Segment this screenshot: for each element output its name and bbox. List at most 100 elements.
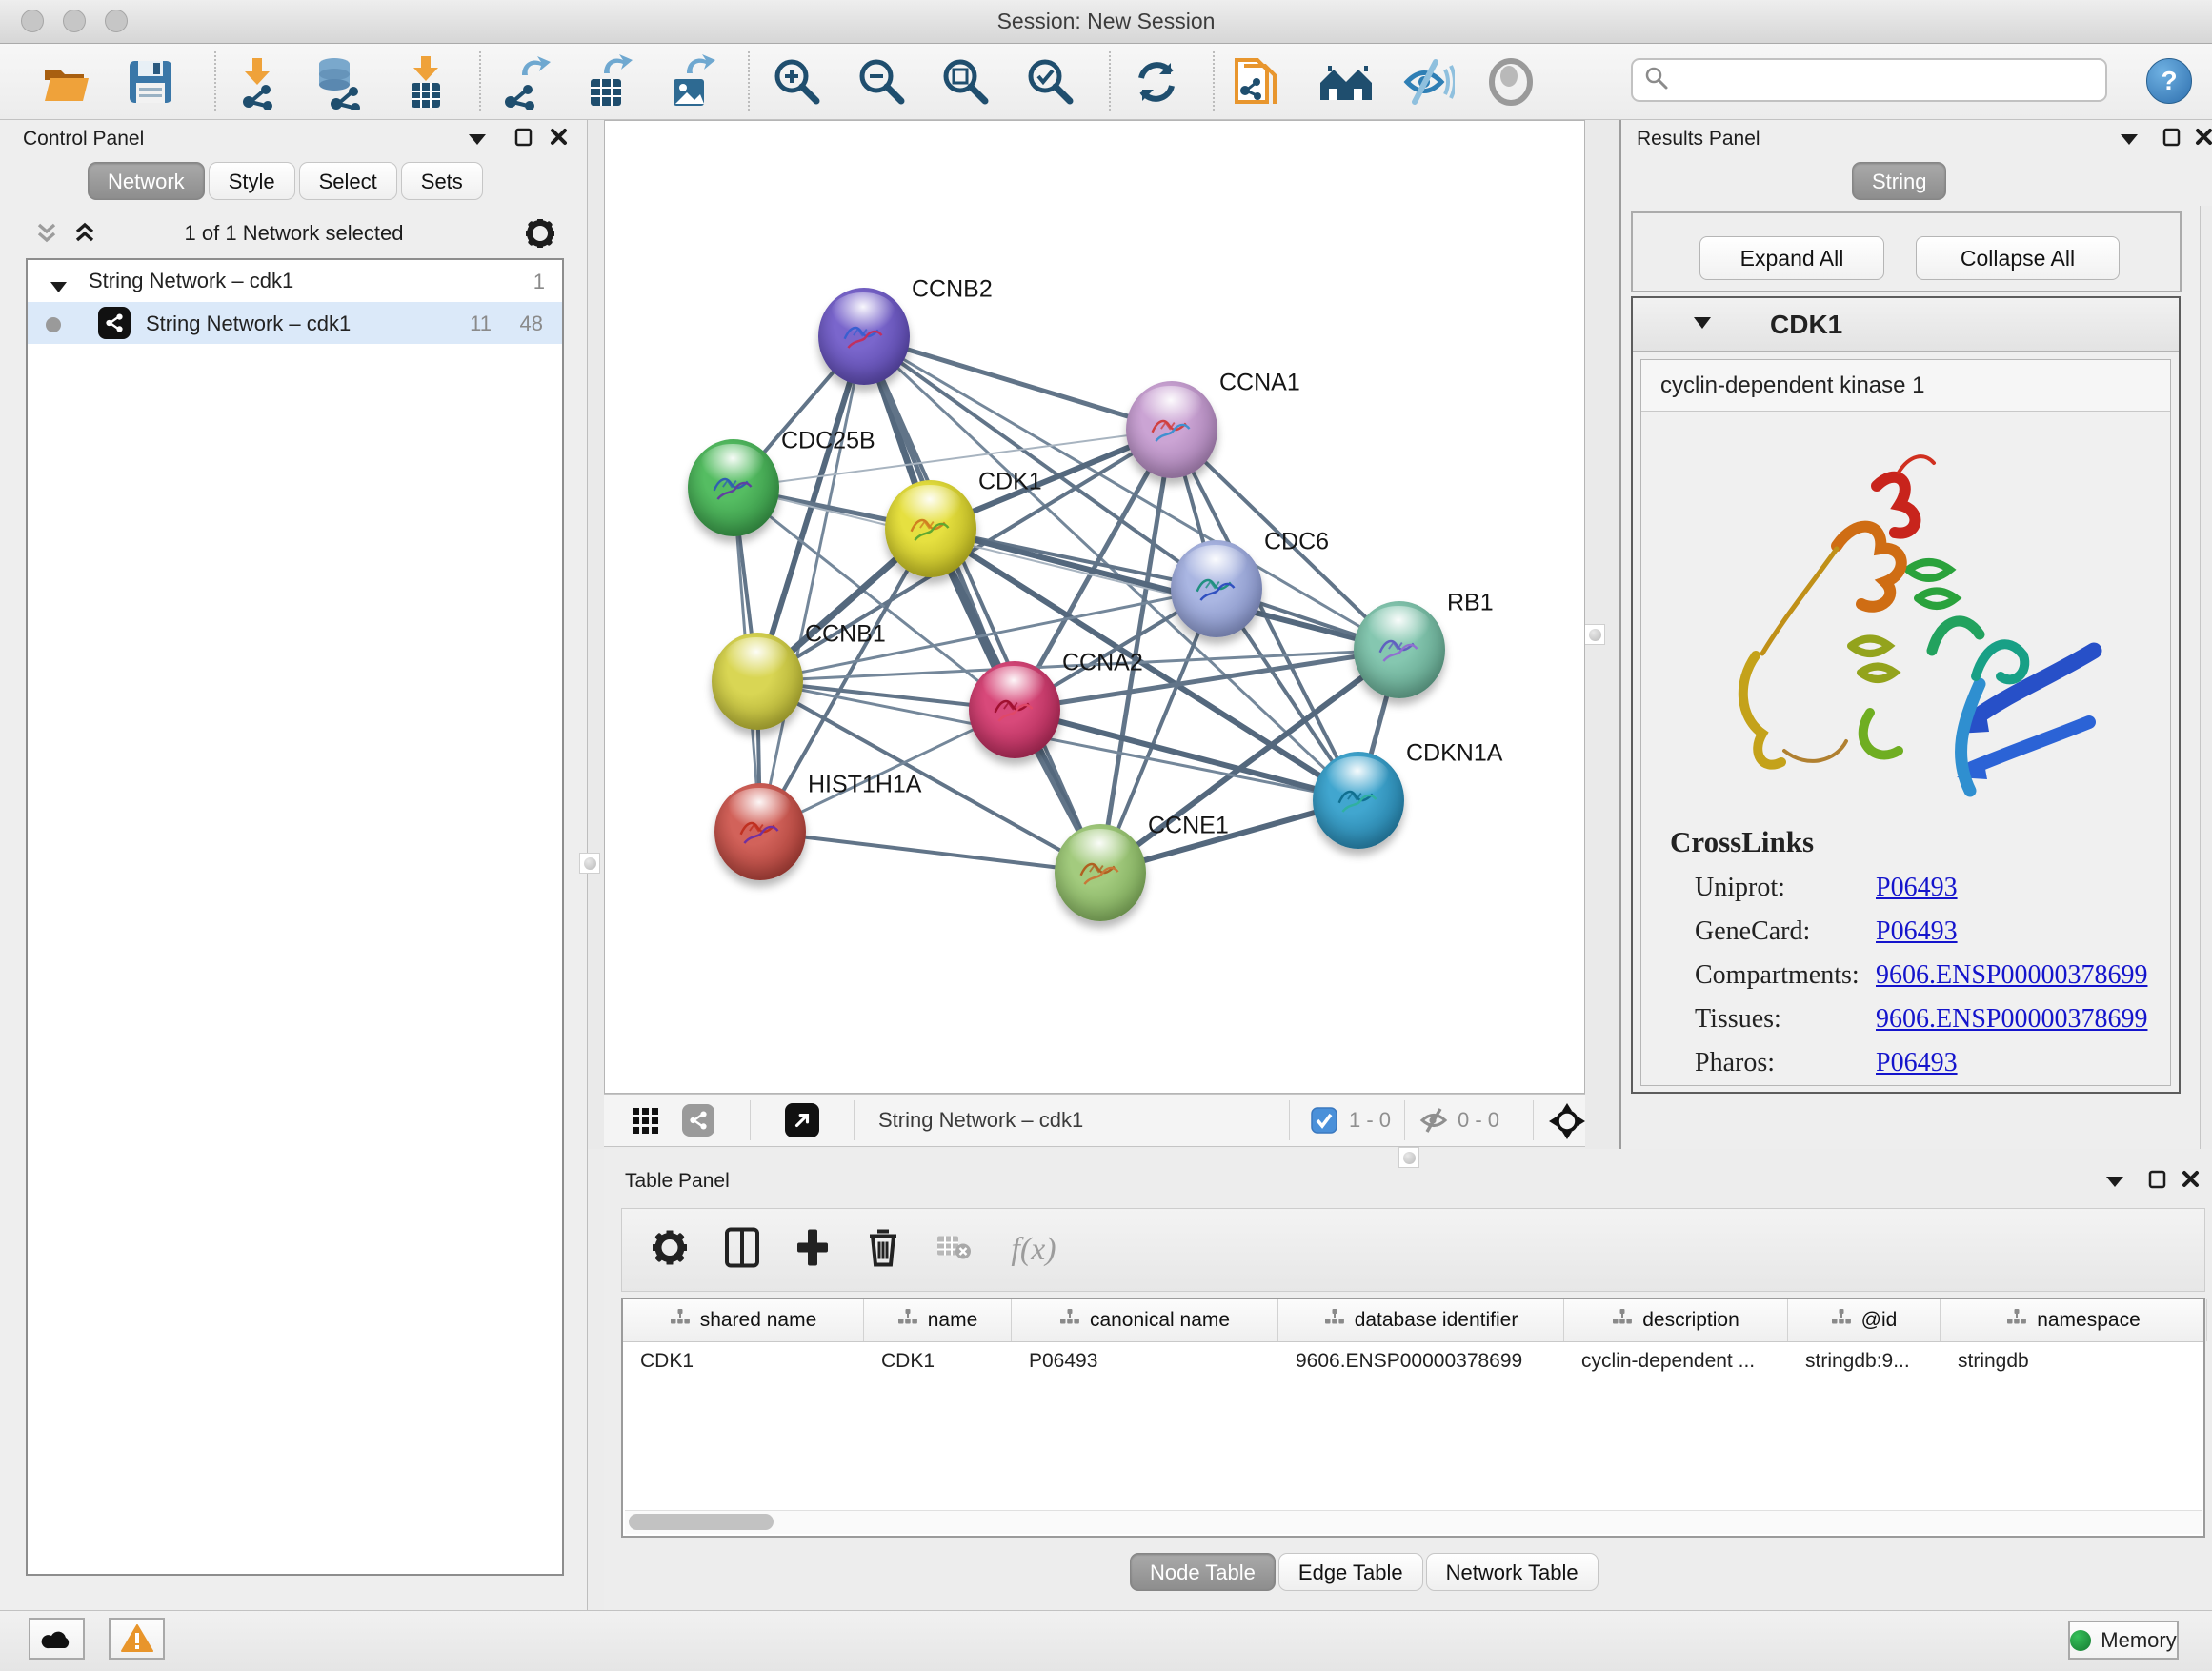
crosslink-value-link[interactable]: 9606.ENSP00000378699 bbox=[1876, 1004, 2147, 1035]
node-CCNA2[interactable] bbox=[969, 661, 1060, 758]
horizontal-splitter-grip[interactable] bbox=[1398, 1147, 1419, 1168]
table-cell[interactable]: 9606.ENSP00000378699 bbox=[1278, 1342, 1564, 1380]
close-panel-icon[interactable] bbox=[550, 128, 569, 151]
panel-menu-icon[interactable] bbox=[2121, 133, 2138, 151]
collapse-triangle-icon[interactable] bbox=[50, 274, 67, 299]
table-cell[interactable]: CDK1 bbox=[864, 1342, 1012, 1380]
search-input[interactable] bbox=[1669, 67, 2105, 93]
network-from-file-icon[interactable] bbox=[1224, 50, 1287, 113]
birdseye-view-icon[interactable] bbox=[1549, 1103, 1585, 1144]
warnings-button[interactable] bbox=[109, 1618, 165, 1660]
tab-select[interactable]: Select bbox=[299, 162, 397, 200]
protein-entry-header[interactable]: CDK1 bbox=[1633, 298, 2179, 352]
column-header-name[interactable]: name bbox=[864, 1299, 1012, 1341]
selected-checkbox-icon[interactable] bbox=[1311, 1107, 1337, 1138]
cloud-button[interactable] bbox=[29, 1618, 85, 1660]
column-header-description[interactable]: description bbox=[1564, 1299, 1788, 1341]
right-splitter[interactable] bbox=[1585, 120, 1619, 1149]
splitter-grip[interactable] bbox=[1584, 624, 1605, 645]
home-icon[interactable] bbox=[1315, 50, 1377, 113]
tab-network-table[interactable]: Network Table bbox=[1426, 1553, 1599, 1591]
node-CDKN1A[interactable] bbox=[1313, 752, 1404, 849]
gear-icon[interactable] bbox=[653, 1231, 687, 1270]
node-CDC6[interactable] bbox=[1171, 540, 1262, 637]
import-network-icon[interactable] bbox=[226, 50, 289, 113]
crosslink-value-link[interactable]: P06493 bbox=[1876, 916, 1958, 947]
memory-button[interactable]: Memory bbox=[2068, 1621, 2179, 1660]
zoom-out-icon[interactable] bbox=[851, 50, 914, 113]
float-panel-icon[interactable] bbox=[2162, 128, 2182, 151]
import-database-icon[interactable] bbox=[306, 50, 369, 113]
panel-menu-icon[interactable] bbox=[2106, 1176, 2123, 1193]
save-session-icon[interactable] bbox=[119, 50, 182, 113]
edge-CCNB2-CCNA1[interactable] bbox=[864, 336, 1172, 430]
table-cell[interactable]: P06493 bbox=[1012, 1342, 1278, 1380]
table-row[interactable]: CDK1CDK1P064939606.ENSP00000378699cyclin… bbox=[623, 1342, 2203, 1380]
float-panel-icon[interactable] bbox=[2148, 1170, 2167, 1194]
refresh-icon[interactable] bbox=[1125, 50, 1188, 113]
node-table[interactable]: shared namenamecanonical namedatabase id… bbox=[621, 1298, 2205, 1538]
column-header--id[interactable]: @id bbox=[1788, 1299, 1941, 1341]
network-row-selected[interactable]: String Network – cdk1 11 48 bbox=[28, 302, 562, 344]
table-cell[interactable]: stringdb bbox=[1941, 1342, 2207, 1380]
current-network-dot-icon[interactable] bbox=[45, 314, 62, 339]
column-header-database-identifier[interactable]: database identifier bbox=[1278, 1299, 1564, 1341]
collapse-triangle-icon[interactable] bbox=[1694, 317, 1711, 334]
edge-CCNB2-HIST1H1A[interactable] bbox=[760, 336, 864, 832]
expand-all-button[interactable]: Expand All bbox=[1699, 236, 1884, 280]
results-scrollbar[interactable] bbox=[2200, 206, 2212, 1149]
crosslink-value-link[interactable]: P06493 bbox=[1876, 1048, 1958, 1078]
float-panel-icon[interactable] bbox=[514, 128, 533, 151]
node-RB1[interactable] bbox=[1354, 601, 1445, 698]
node-CDC25B[interactable] bbox=[688, 439, 779, 536]
column-header-canonical-name[interactable]: canonical name bbox=[1012, 1299, 1278, 1341]
zoom-fit-icon[interactable] bbox=[935, 50, 997, 113]
close-panel-icon[interactable] bbox=[2182, 1170, 2201, 1194]
open-session-icon[interactable] bbox=[35, 50, 98, 113]
splitter-grip[interactable] bbox=[579, 853, 600, 874]
column-header-namespace[interactable]: namespace bbox=[1941, 1299, 2207, 1341]
network-canvas[interactable]: CCNB2CCNA1CDC25BCDK1CDC6RB1CCNB1CCNA2CDK… bbox=[604, 120, 1585, 1094]
import-table-icon[interactable] bbox=[394, 50, 457, 113]
export-image-icon[interactable] bbox=[658, 50, 721, 113]
table-horizontal-scrollbar[interactable] bbox=[625, 1510, 2202, 1534]
scrollbar-thumb[interactable] bbox=[629, 1514, 774, 1530]
export-network-icon[interactable] bbox=[493, 50, 556, 113]
left-splitter[interactable] bbox=[588, 120, 604, 1149]
node-CCNB2[interactable] bbox=[818, 288, 910, 385]
tab-style[interactable]: Style bbox=[209, 162, 295, 200]
hidden-eye-icon[interactable] bbox=[1419, 1107, 1448, 1138]
export-table-icon[interactable] bbox=[575, 50, 638, 113]
show-eye-icon[interactable] bbox=[1479, 50, 1542, 113]
edge-HIST1H1A-CCNE1[interactable] bbox=[760, 832, 1100, 873]
tab-string[interactable]: String bbox=[1852, 162, 1946, 200]
network-collection-row[interactable]: String Network – cdk1 1 bbox=[28, 260, 562, 302]
hide-selected-icon[interactable] bbox=[1397, 50, 1459, 113]
share-view-icon[interactable] bbox=[682, 1104, 714, 1137]
zoom-in-icon[interactable] bbox=[766, 50, 829, 113]
node-HIST1H1A[interactable] bbox=[714, 783, 806, 880]
add-column-icon[interactable] bbox=[795, 1228, 830, 1273]
column-header-shared-name[interactable]: shared name bbox=[623, 1299, 864, 1341]
node-CCNE1[interactable] bbox=[1055, 824, 1146, 921]
tab-node-table[interactable]: Node Table bbox=[1130, 1553, 1276, 1591]
table-cell[interactable]: stringdb:9... bbox=[1788, 1342, 1941, 1380]
select-columns-icon[interactable] bbox=[725, 1228, 759, 1273]
close-panel-icon[interactable] bbox=[2195, 128, 2212, 151]
delete-column-icon[interactable] bbox=[867, 1228, 899, 1273]
tab-network[interactable]: Network bbox=[88, 162, 205, 200]
table-cell[interactable]: cyclin-dependent ... bbox=[1564, 1342, 1788, 1380]
table-cell[interactable]: CDK1 bbox=[623, 1342, 864, 1380]
crosslink-value-link[interactable]: 9606.ENSP00000378699 bbox=[1876, 960, 2147, 991]
node-CDK1[interactable] bbox=[885, 480, 976, 577]
crosslink-value-link[interactable]: P06493 bbox=[1876, 873, 1958, 903]
tab-edge-table[interactable]: Edge Table bbox=[1278, 1553, 1423, 1591]
node-CCNB1[interactable] bbox=[712, 633, 803, 730]
panel-menu-icon[interactable] bbox=[469, 133, 486, 151]
search-field[interactable] bbox=[1631, 58, 2107, 102]
zoom-selected-icon[interactable] bbox=[1019, 50, 1082, 113]
gear-icon[interactable] bbox=[526, 219, 554, 252]
detach-view-icon[interactable] bbox=[785, 1103, 819, 1137]
grid-view-icon[interactable] bbox=[631, 1106, 661, 1141]
tab-sets[interactable]: Sets bbox=[401, 162, 483, 200]
